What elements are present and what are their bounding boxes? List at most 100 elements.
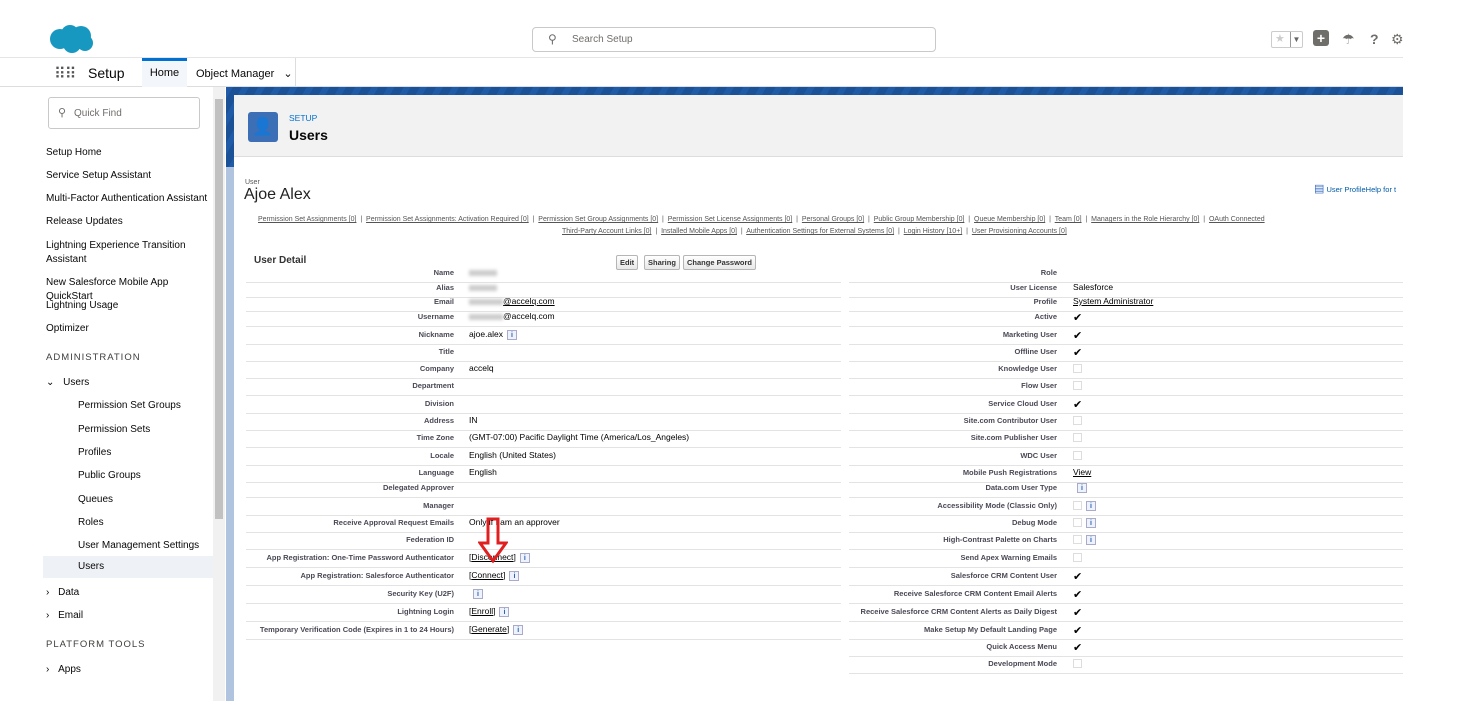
related-link[interactable]: Third-Party Account Links [0]	[562, 228, 651, 235]
related-link[interactable]: Public Group Membership [0]	[874, 216, 965, 223]
row-divider	[246, 567, 841, 568]
sidebar-item-label: Release Updates	[46, 216, 123, 227]
info-icon[interactable]: i	[1077, 482, 1087, 493]
checkmark-icon: ✔	[1073, 642, 1083, 654]
field-link[interactable]: System Administrator	[1073, 296, 1153, 306]
checkmark-icon: ✔	[1073, 347, 1083, 359]
related-link[interactable]: Managers in the Role Hierarchy [0]	[1091, 216, 1199, 223]
help-icon[interactable]: ?	[1370, 31, 1379, 47]
edit-button[interactable]: Edit	[616, 255, 639, 270]
sidebar-item-users[interactable]: Users	[43, 556, 213, 578]
checkbox-unchecked-icon	[1073, 416, 1082, 426]
sidebar-item-setup-home[interactable]: Setup Home	[46, 146, 211, 160]
sidebar-item-label: Multi-Factor Authentication Assistant	[46, 193, 208, 204]
sharing-button[interactable]: Sharing	[644, 255, 680, 270]
related-link[interactable]: Installed Mobile Apps [0]	[661, 228, 737, 235]
info-icon[interactable]: i	[473, 588, 483, 599]
field-text: IN	[469, 415, 478, 425]
related-link[interactable]: Permission Set License Assignments [0]	[668, 216, 793, 223]
field-label: High-Contrast Palette on Charts	[943, 535, 1057, 544]
related-link[interactable]: Personal Groups [0]	[802, 216, 864, 223]
scrollbar-thumb[interactable]	[215, 99, 223, 519]
related-link[interactable]: Permission Set Group Assignments [0]	[538, 216, 658, 223]
field-value	[1073, 415, 1082, 426]
related-link[interactable]: OAuth Connected	[1209, 216, 1265, 223]
tab-object-manager[interactable]: Object Manager ⌄	[190, 58, 296, 87]
chevron-down-icon[interactable]: ⌄	[46, 377, 57, 388]
field-value	[1073, 552, 1082, 563]
sidebar-item-lightning-usage[interactable]: Lightning Usage	[46, 299, 211, 313]
sidebar-item-data[interactable]: › Data	[46, 586, 211, 600]
info-icon[interactable]: i	[519, 552, 530, 563]
tab-home[interactable]: Home	[142, 58, 187, 87]
related-links-row-2: Third-Party Account Links [0] | Installe…	[562, 228, 1067, 235]
app-launcher-icon[interactable]: ⠿⠿	[54, 64, 76, 84]
chevron-right-icon[interactable]: ›	[46, 664, 52, 675]
row-divider	[246, 603, 841, 604]
info-icon[interactable]: i	[1086, 534, 1096, 545]
breadcrumb[interactable]: SETUP	[289, 113, 317, 123]
related-link[interactable]: User Provisioning Accounts [0]	[972, 228, 1067, 235]
chevron-down-icon[interactable]: ▼	[1290, 32, 1302, 47]
related-link[interactable]: Login History [10+]	[904, 228, 963, 235]
info-icon[interactable]: i	[507, 329, 518, 340]
related-link[interactable]: Permission Set Assignments [0]	[258, 216, 356, 223]
info-icon[interactable]: i	[499, 606, 510, 617]
field-link[interactable]: Generate	[471, 624, 506, 634]
field-label: Receive Salesforce CRM Content Alerts as…	[860, 607, 1057, 616]
related-link[interactable]: Permission Set Assignments: Activation R…	[366, 216, 529, 223]
sidebar-item-optimizer[interactable]: Optimizer	[46, 322, 211, 336]
sidebar-item-email[interactable]: › Email	[46, 609, 211, 623]
info-icon[interactable]: i	[513, 624, 524, 635]
field-label: App Registration: One-Time Password Auth…	[266, 553, 454, 562]
field-label: Alias	[436, 283, 454, 292]
field-label: Quick Access Menu	[986, 642, 1057, 651]
sidebar-scrollbar[interactable]	[213, 87, 225, 701]
favorites-button[interactable]: ★ ▼	[1271, 31, 1303, 48]
field-value: IN	[469, 415, 478, 425]
sidebar-item-label: Lightning Experience Transition Assistan…	[46, 240, 186, 265]
redacted-text	[469, 284, 497, 291]
info-icon[interactable]: i	[509, 570, 520, 581]
field-label: Company	[419, 364, 454, 373]
related-link[interactable]: Authentication Settings for External Sys…	[746, 228, 894, 235]
tab-label: Object Manager	[196, 68, 275, 80]
sidebar-item-release-updates[interactable]: Release Updates	[46, 215, 211, 229]
sidebar-item-service-setup-assistant[interactable]: Service Setup Assistant	[46, 169, 211, 183]
add-icon[interactable]: +	[1313, 30, 1329, 46]
gear-icon[interactable]: ⚙	[1391, 31, 1404, 48]
salesforce-logo[interactable]	[48, 24, 94, 54]
sidebar-item-label: Service Setup Assistant	[46, 170, 152, 181]
info-icon[interactable]: i	[1086, 517, 1096, 528]
sidebar-item-apps[interactable]: › Apps	[46, 663, 211, 677]
row-divider	[246, 282, 841, 283]
sidebar-item-label: Email	[58, 610, 84, 621]
change-password-button[interactable]: Change Password	[683, 255, 757, 270]
field-label: Department	[412, 381, 454, 390]
help-link-label: User ProfileHelp for t	[1326, 185, 1397, 194]
user-name-title: Ajoe Alex	[244, 186, 311, 203]
sidebar-item-lightning-experience-transition-assistant[interactable]: Lightning Experience Transition Assistan…	[46, 239, 211, 267]
info-icon[interactable]: i	[1086, 500, 1096, 511]
field-value: i	[1073, 534, 1096, 545]
field-label: Development Mode	[988, 659, 1057, 668]
field-link[interactable]: Connect	[471, 570, 503, 580]
field-link[interactable]: Enroll	[471, 606, 493, 616]
field-link[interactable]: View	[1073, 467, 1091, 477]
quick-find-input[interactable]: ⚲ Quick Find	[48, 97, 200, 129]
sidebar-item-users[interactable]: ⌄ Users	[46, 376, 211, 390]
search-setup-input[interactable]: ⚲ Search Setup	[532, 27, 936, 52]
checkbox-unchecked-icon	[1073, 381, 1082, 391]
related-link[interactable]: Team [0]	[1055, 216, 1082, 223]
sidebar-item-multi-factor-authentication-assistant[interactable]: Multi-Factor Authentication Assistant	[46, 192, 211, 206]
row-divider	[849, 395, 1403, 396]
field-link[interactable]: @accelq.com	[503, 296, 555, 306]
main-area: 👤 SETUP Users User Ajoe Alex ▤ User Prof…	[226, 87, 1403, 701]
help-link[interactable]: ▤ User ProfileHelp for t	[1314, 182, 1396, 195]
row-divider	[849, 326, 1403, 327]
chevron-right-icon[interactable]: ›	[46, 587, 52, 598]
chevron-right-icon[interactable]: ›	[46, 610, 52, 621]
field-label: Flow User	[1021, 381, 1057, 390]
related-link[interactable]: Queue Membership [0]	[974, 216, 1045, 223]
trailhead-icon[interactable]: ☂	[1342, 31, 1355, 48]
